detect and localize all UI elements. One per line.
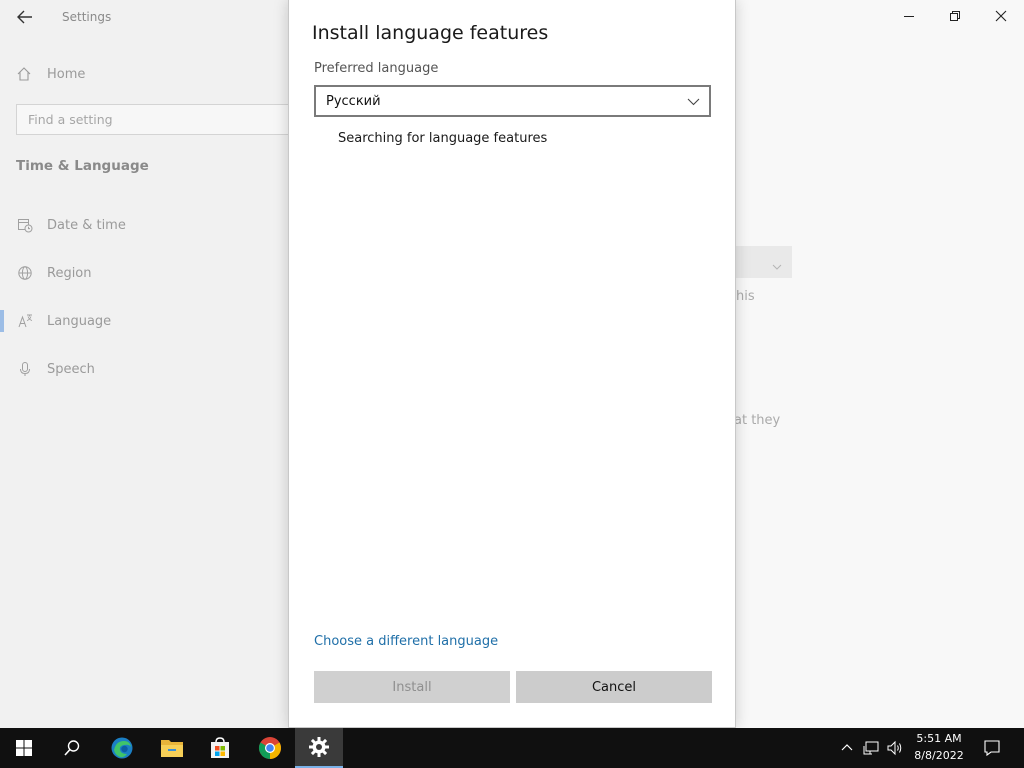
taskbar: 5:51 AM 8/8/2022 (0, 728, 1024, 768)
back-arrow-icon[interactable] (14, 6, 36, 28)
edge-icon[interactable] (98, 728, 146, 768)
sidebar-item-date-time[interactable]: Date & time (0, 207, 290, 243)
app-title: Settings (62, 10, 112, 24)
clock-time: 5:51 AM (916, 732, 962, 745)
globe-icon (17, 265, 33, 281)
sidebar-item-speech[interactable]: Speech (0, 351, 290, 387)
clock[interactable]: 5:51 AM 8/8/2022 (906, 730, 972, 766)
language-icon (17, 313, 33, 329)
file-explorer-icon[interactable] (148, 728, 196, 768)
network-icon[interactable] (860, 728, 882, 768)
minimize-icon[interactable] (886, 0, 932, 32)
install-button[interactable]: Install (314, 671, 510, 703)
window-controls (886, 0, 1024, 32)
clock-date: 8/8/2022 (914, 749, 964, 762)
search-input[interactable] (17, 105, 305, 134)
settings-icon[interactable] (295, 728, 343, 768)
home-label: Home (47, 66, 86, 82)
sidebar-item-label: Region (47, 265, 92, 281)
restore-icon[interactable] (932, 0, 978, 32)
store-icon[interactable] (196, 728, 244, 768)
sidebar-item-label: Date & time (47, 217, 126, 233)
search-box[interactable] (16, 104, 306, 135)
volume-icon[interactable] (884, 728, 906, 768)
choose-different-language-link[interactable]: Choose a different language (314, 634, 498, 649)
date-time-icon (17, 217, 33, 233)
install-language-features-dialog: Install language features Preferred lang… (288, 0, 736, 728)
search-icon[interactable] (48, 728, 96, 768)
background-dropdown (736, 246, 792, 278)
chevron-down-icon (687, 95, 700, 108)
status-text: Searching for language features (338, 131, 548, 146)
sidebar-item-region[interactable]: Region (0, 255, 290, 291)
close-icon[interactable] (978, 0, 1024, 32)
start-icon[interactable] (0, 728, 48, 768)
sidebar-item-label: Speech (47, 361, 95, 377)
notification-icon[interactable] (978, 728, 1006, 768)
sidebar-item-label: Language (47, 313, 112, 329)
preferred-language-label: Preferred language (314, 61, 439, 76)
sidebar-item-language[interactable]: Language (0, 303, 290, 339)
background-text: at they (734, 413, 781, 428)
microphone-icon (17, 361, 33, 377)
cancel-button[interactable]: Cancel (516, 671, 712, 703)
chrome-icon[interactable] (246, 728, 294, 768)
selected-language: Русский (326, 93, 381, 109)
home-icon (16, 66, 32, 82)
preferred-language-select[interactable]: Русский (314, 85, 711, 117)
chevron-up-icon[interactable] (838, 728, 856, 768)
section-title: Time & Language (16, 158, 149, 174)
nav-home[interactable]: Home (16, 62, 85, 86)
background-text: his (736, 289, 755, 304)
chevron-down-icon (772, 257, 782, 270)
sidebar: Settings Home Time & Language Date & tim… (0, 0, 306, 728)
dialog-title: Install language features (312, 22, 549, 44)
